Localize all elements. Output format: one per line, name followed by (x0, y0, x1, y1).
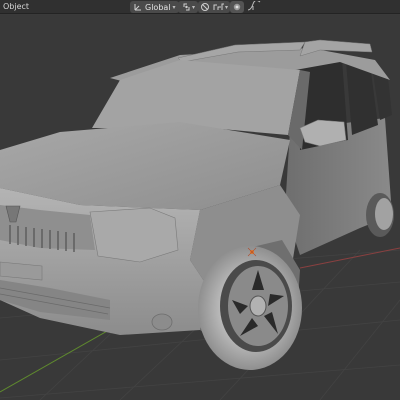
viewport-header: Object Global ▾ ▾ ▾ (0, 0, 400, 14)
proportional-editing-icon[interactable] (232, 2, 242, 12)
falloff-curve-icon[interactable] (247, 0, 261, 13)
chevron-down-icon: ▾ (172, 3, 176, 11)
car-model-render (0, 39, 400, 400)
snap-group[interactable]: ▾ (198, 1, 231, 13)
snap-target-icon[interactable] (213, 2, 225, 12)
chevron-down-icon: ▾ (192, 3, 196, 11)
object-menu[interactable]: Object (3, 2, 29, 12)
x-axis-line (299, 247, 400, 269)
orientation-axes-icon (133, 2, 143, 12)
3d-viewport[interactable] (0, 15, 400, 400)
pivot-point-dropdown[interactable]: ▾ (178, 1, 199, 13)
transform-orientation-dropdown[interactable]: Global ▾ (130, 1, 179, 13)
chevron-down-icon: ▾ (225, 3, 229, 11)
pivot-point-icon (181, 2, 192, 12)
proportional-editing-group[interactable] (230, 0, 261, 13)
orientation-label: Global (145, 2, 171, 12)
snap-magnet-icon[interactable] (200, 2, 210, 12)
